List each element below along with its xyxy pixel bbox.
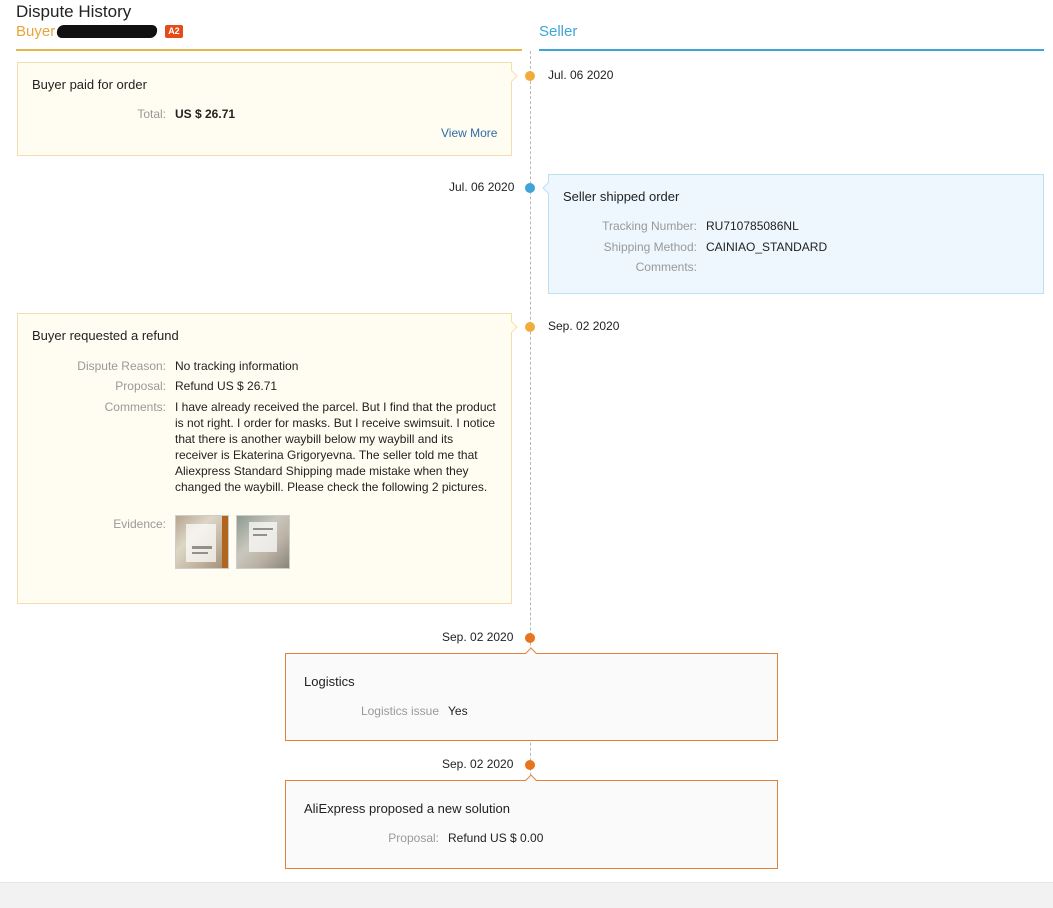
card-pointer: [525, 647, 537, 659]
page-footer: [0, 882, 1053, 908]
tracking-row: Tracking Number: RU710785086NL: [563, 218, 799, 234]
event-title: Buyer requested a refund: [32, 328, 179, 343]
card-pointer: [506, 321, 518, 333]
event-card-buyer-paid: Buyer paid for order Total: US $ 26.71 V…: [17, 62, 518, 156]
shipping-method-row: Shipping Method: CAINIAO_STANDARD: [563, 239, 828, 255]
timeline-dot-system: [525, 760, 535, 770]
proposal-row: Proposal: Refund US $ 0.00: [304, 830, 543, 846]
event-date: Sep. 02 2020: [548, 319, 620, 333]
buyer-level-badge: A2: [165, 25, 183, 38]
proposal-row: Proposal: Refund US $ 26.71: [32, 378, 277, 394]
total-value: US $ 26.71: [175, 107, 236, 121]
shipping-method-value: CAINIAO_STANDARD: [706, 240, 828, 254]
seller-header-underline: [539, 49, 1044, 51]
dispute-history-panel: Dispute History Buyer A2 Seller Jul. 06 …: [0, 0, 1053, 882]
comments-row: Comments: I have already received the pa…: [32, 399, 497, 495]
field-label: Proposal:: [388, 831, 439, 845]
field-label: Comments:: [635, 260, 697, 274]
view-more-link[interactable]: View More: [441, 126, 497, 140]
timeline-axis: [530, 51, 531, 866]
comments-value: I have already received the parcel. But …: [175, 400, 496, 494]
buyer-header-underline: [16, 49, 522, 51]
timeline-dot-buyer: [525, 322, 535, 332]
event-title: Logistics: [304, 674, 355, 689]
timeline-dot-system: [525, 633, 535, 643]
seller-column-header: Seller: [539, 23, 578, 40]
field-label: Proposal:: [115, 379, 166, 393]
page-title: Dispute History: [16, 2, 132, 21]
logistics-issue-value: Yes: [448, 704, 468, 718]
event-card-refund-request: Buyer requested a refund Dispute Reason:…: [17, 313, 518, 604]
proposal-value: Refund US $ 0.00: [448, 831, 544, 845]
field-label: Evidence:: [113, 517, 166, 531]
event-card-aliexpress-solution: AliExpress proposed a new solution Propo…: [285, 774, 778, 869]
card-pointer: [542, 182, 554, 194]
evidence-image-2[interactable]: [236, 515, 290, 569]
timeline-dot-seller: [525, 183, 535, 193]
total-row: Total: US $ 26.71: [32, 106, 235, 122]
event-date: Sep. 02 2020: [442, 630, 514, 644]
field-label: Tracking Number:: [602, 219, 697, 233]
buyer-column-header: Buyer A2: [16, 23, 183, 40]
field-label: Comments:: [104, 400, 166, 414]
event-date: Sep. 02 2020: [442, 757, 514, 771]
evidence-row: Evidence:: [32, 516, 166, 532]
card-pointer: [506, 70, 518, 82]
field-label: Dispute Reason:: [77, 359, 166, 373]
dispute-reason-value: No tracking information: [175, 359, 299, 373]
logistics-issue-row: Logistics issue Yes: [304, 703, 468, 719]
event-date: Jul. 06 2020: [449, 180, 515, 194]
proposal-value: Refund US $ 26.71: [175, 379, 278, 393]
event-card-seller-shipped: Seller shipped order Tracking Number: RU…: [542, 174, 1044, 294]
event-card-logistics: Logistics Logistics issue Yes: [285, 647, 778, 741]
field-label: Total:: [137, 107, 166, 121]
tracking-number-value: RU710785086NL: [706, 219, 799, 233]
event-date: Jul. 06 2020: [548, 68, 614, 82]
field-label: Logistics issue: [360, 704, 439, 718]
dispute-reason-row: Dispute Reason: No tracking information: [32, 358, 298, 374]
comments-row: Comments:: [563, 259, 706, 275]
evidence-image-1[interactable]: [175, 515, 229, 569]
buyer-label: Buyer: [16, 23, 56, 40]
event-title: AliExpress proposed a new solution: [304, 801, 510, 816]
field-label: Shipping Method:: [603, 240, 697, 254]
event-title: Seller shipped order: [563, 189, 680, 204]
timeline-dot-buyer: [525, 71, 535, 81]
card-pointer: [525, 774, 537, 786]
redacted-buyer-name: [56, 25, 159, 38]
event-title: Buyer paid for order: [32, 77, 147, 92]
